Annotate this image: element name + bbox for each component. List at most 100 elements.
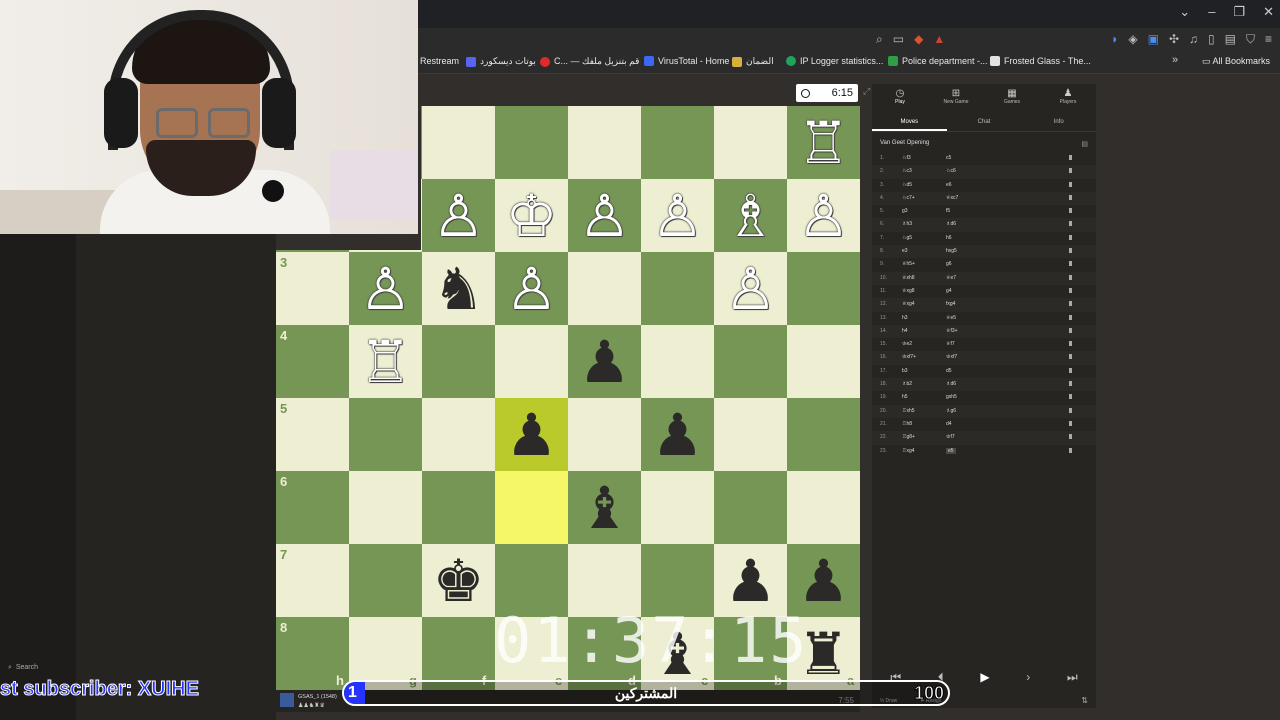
flip-board-icon[interactable]: ⇅ — [1081, 696, 1088, 705]
bookmark-daman[interactable]: الضمان — [732, 56, 774, 67]
black-move[interactable]: h6 — [946, 235, 952, 241]
black-move[interactable]: d5 — [946, 368, 952, 374]
white-move[interactable]: ♘d5 — [902, 182, 912, 188]
board-square[interactable] — [714, 471, 787, 544]
white-rook[interactable]: ♖ — [349, 325, 422, 398]
black-move[interactable]: ♕f7 — [946, 341, 955, 347]
wallet-icon[interactable]: ▤ — [1225, 32, 1236, 47]
white-move[interactable]: ♘g5 — [902, 235, 912, 241]
white-move[interactable]: ♗b2 — [902, 381, 912, 387]
tab-new-game[interactable]: ⊞ New Game — [928, 84, 984, 114]
subtab-moves[interactable]: Moves — [872, 114, 947, 131]
white-pawn[interactable]: ♙ — [495, 252, 568, 325]
board-square[interactable] — [495, 471, 568, 544]
minimize-button[interactable]: – — [1208, 4, 1215, 20]
black-pawn[interactable]: ♟ — [641, 398, 714, 471]
board-square[interactable] — [787, 252, 860, 325]
player-name[interactable]: GSAS_1 (1548) — [298, 694, 337, 700]
black-move[interactable]: ♕f3+ — [946, 328, 958, 334]
black-king[interactable]: ♚ — [422, 544, 495, 617]
board-square[interactable] — [349, 398, 422, 471]
white-pawn[interactable]: ♙ — [422, 179, 495, 252]
black-move[interactable]: ♕e5 — [946, 315, 956, 321]
board-square[interactable] — [641, 252, 714, 325]
board-square[interactable] — [568, 252, 641, 325]
black-move[interactable]: hxg5 — [946, 248, 957, 254]
black-move[interactable]: ♘c6 — [946, 168, 956, 174]
board-square[interactable] — [422, 471, 495, 544]
tab-play[interactable]: ◷ Play — [872, 84, 928, 114]
translate-icon[interactable]: ◗ — [1111, 32, 1118, 47]
media-icon[interactable]: ♫ — [1189, 32, 1198, 47]
bookmark-virustotal[interactable]: VirusTotal - Home — [644, 56, 729, 66]
white-move[interactable]: ♖xh5 — [902, 408, 915, 414]
bookmarks-overflow-icon[interactable]: » — [1172, 54, 1178, 66]
white-move[interactable]: ♘c3 — [902, 168, 912, 174]
black-move[interactable]: ♔f7 — [946, 434, 955, 440]
black-move[interactable]: d4 — [946, 421, 952, 427]
white-move[interactable]: b3 — [902, 368, 908, 374]
white-pawn[interactable]: ♙ — [641, 179, 714, 252]
avatar[interactable] — [280, 693, 294, 707]
brave-rewards-icon[interactable]: ▲ — [933, 32, 945, 47]
white-move[interactable]: ♖h8 — [902, 421, 912, 427]
zoom-icon[interactable]: ⌕ — [876, 32, 883, 47]
black-move[interactable]: ♕e7 — [946, 275, 956, 281]
white-move[interactable]: ♖g8+ — [902, 434, 915, 440]
board-square[interactable] — [787, 398, 860, 471]
board-square[interactable] — [641, 471, 714, 544]
board-square[interactable] — [349, 544, 422, 617]
board-square[interactable] — [422, 106, 495, 179]
bookmark-download[interactable]: C... — قم بتنزيل ملفك — [540, 56, 639, 67]
board-square[interactable] — [641, 106, 714, 179]
bookmark-frosted-glass[interactable]: Frosted Glass - The... — [990, 56, 1091, 66]
board-square[interactable] — [787, 471, 860, 544]
window-dropdown-icon[interactable]: ⌄ — [1179, 4, 1190, 20]
black-move[interactable]: ♗d6 — [946, 221, 956, 227]
black-knight[interactable]: ♞ — [422, 252, 495, 325]
board-square[interactable] — [495, 325, 568, 398]
bookmark-discord-bots[interactable]: بوتات ديسكورد — [466, 56, 536, 67]
board-square[interactable] — [495, 106, 568, 179]
board-square[interactable] — [787, 325, 860, 398]
white-move[interactable]: h5 — [902, 394, 908, 400]
white-king[interactable]: ♔ — [495, 179, 568, 252]
white-move[interactable]: ♖xg4 — [902, 448, 915, 454]
black-move[interactable]: e6 — [946, 182, 952, 188]
board-square[interactable] — [568, 106, 641, 179]
board-square[interactable] — [714, 325, 787, 398]
white-pawn[interactable]: ♙ — [349, 252, 422, 325]
black-move[interactable]: c5 — [946, 155, 951, 161]
sidebar-icon[interactable]: ▯ — [1208, 32, 1215, 47]
white-move[interactable]: ♗h3 — [902, 221, 912, 227]
subtab-info[interactable]: Info — [1021, 114, 1096, 131]
bookmark-iplogger[interactable]: IP Logger statistics... — [786, 56, 883, 66]
black-move[interactable]: f5 — [946, 208, 950, 214]
black-bishop[interactable]: ♝ — [568, 471, 641, 544]
maximize-button[interactable]: ❐ — [1233, 4, 1245, 20]
black-move[interactable]: ♗g6 — [946, 408, 956, 414]
all-bookmarks[interactable]: ▭ All Bookmarks — [1202, 56, 1270, 67]
translate-icon[interactable]: ▣ — [1148, 32, 1159, 47]
sidebar-search[interactable]: ⌕ Search — [8, 664, 38, 672]
black-pawn[interactable]: ♟ — [495, 398, 568, 471]
menu-icon[interactable]: ≡ — [1265, 32, 1272, 47]
board-square[interactable] — [568, 398, 641, 471]
close-button[interactable]: ✕ — [1263, 4, 1274, 20]
bookmark-restream[interactable]: Restream — [420, 56, 459, 66]
board-square[interactable] — [714, 106, 787, 179]
black-pawn[interactable]: ♟ — [568, 325, 641, 398]
white-move[interactable]: h4 — [902, 328, 908, 334]
black-move[interactable]: g6 — [946, 261, 952, 267]
black-move[interactable]: fxg4 — [946, 301, 955, 307]
tab-players[interactable]: ♟ Players — [1040, 84, 1096, 114]
white-rook[interactable]: ♖ — [787, 106, 860, 179]
white-move[interactable]: ♘f3 — [902, 155, 911, 161]
board-square[interactable] — [714, 398, 787, 471]
black-move[interactable]: ♕xc7 — [946, 195, 958, 201]
board-square[interactable] — [641, 325, 714, 398]
white-pawn[interactable]: ♙ — [787, 179, 860, 252]
white-move[interactable]: e3 — [902, 248, 908, 254]
white-move[interactable]: ♘c7+ — [902, 195, 915, 201]
vpn-icon[interactable]: ⛉ — [1246, 32, 1255, 47]
